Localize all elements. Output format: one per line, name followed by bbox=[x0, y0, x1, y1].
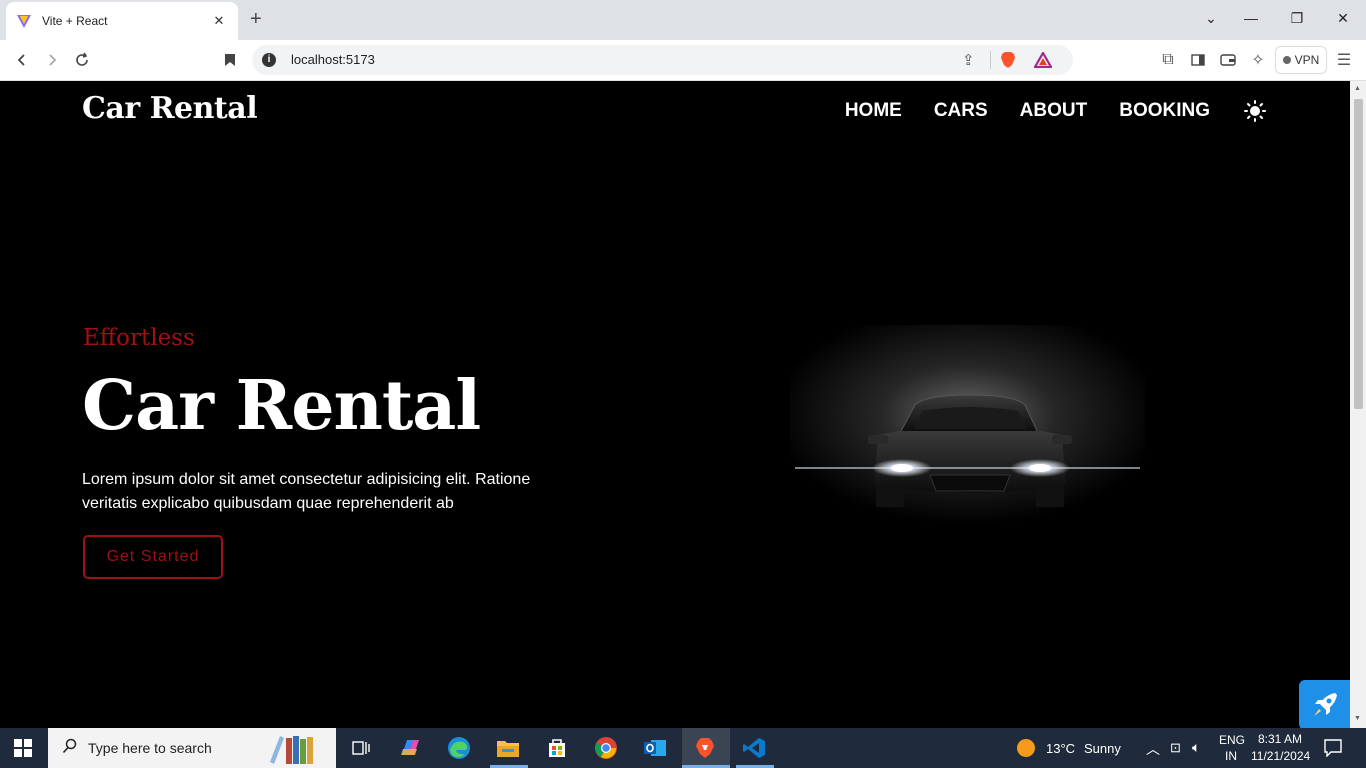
nav-item-cars[interactable]: CARS bbox=[934, 100, 988, 122]
leo-ai-icon[interactable]: ✧ bbox=[1247, 50, 1269, 70]
browser-toolbar: i localhost:5173 ⇪ ⧉ ✧ VPN ☰ bbox=[0, 40, 1366, 81]
search-highlight-books-icon bbox=[268, 732, 328, 768]
car-hero-image bbox=[790, 325, 1145, 525]
page-scrollbar[interactable]: ▲ ▼ bbox=[1350, 81, 1366, 728]
tab-search-chevron-icon[interactable]: ⌄ bbox=[1201, 10, 1221, 27]
page-viewport: Car Rental HOME CARS ABOUT BOOKING Effor… bbox=[0, 81, 1350, 728]
close-tab-icon[interactable]: ✕ bbox=[210, 13, 228, 29]
scrollbar-thumb[interactable] bbox=[1354, 99, 1363, 409]
volume-icon[interactable]: 🔈︎ bbox=[1192, 739, 1200, 756]
hero-eyebrow: Effortless bbox=[83, 325, 195, 351]
scroll-down-icon[interactable]: ▼ bbox=[1354, 715, 1361, 722]
windows-start-icon[interactable] bbox=[14, 739, 32, 757]
windows-taskbar: Type here to search 13°C Sunny ︿ ⊡ 🔈︎ EN… bbox=[0, 728, 1366, 768]
clock-time[interactable]: 8:31 AM bbox=[1258, 732, 1302, 746]
extensions-icon[interactable]: ⧉ bbox=[1157, 50, 1179, 70]
hero-description: Lorem ipsum dolor sit amet consectetur a… bbox=[82, 471, 531, 512]
rocket-widget-button[interactable] bbox=[1299, 680, 1350, 728]
brave-rewards-icon[interactable] bbox=[1033, 50, 1053, 73]
vpn-label: VPN bbox=[1294, 53, 1320, 67]
rocket-icon bbox=[1314, 693, 1337, 716]
nav-item-booking[interactable]: BOOKING bbox=[1119, 100, 1210, 122]
new-tab-icon[interactable]: + bbox=[250, 9, 262, 29]
close-window-icon[interactable]: ✕ bbox=[1333, 10, 1353, 27]
network-icon[interactable]: ⊡ bbox=[1170, 740, 1181, 756]
vscode-icon[interactable] bbox=[741, 736, 767, 760]
menu-icon[interactable]: ☰ bbox=[1333, 50, 1355, 70]
omnibox-divider bbox=[990, 51, 991, 69]
vpn-button[interactable]: VPN bbox=[1275, 46, 1327, 74]
brave-shields-icon[interactable] bbox=[1000, 51, 1016, 74]
share-icon[interactable]: ⇪ bbox=[962, 51, 975, 69]
taskbar-search-box[interactable]: Type here to search bbox=[48, 728, 336, 768]
wallet-icon[interactable] bbox=[1217, 50, 1239, 70]
weather-desc: Sunny bbox=[1084, 741, 1121, 756]
get-started-button[interactable]: Get Started bbox=[83, 535, 223, 579]
site-logo[interactable]: Car Rental bbox=[82, 91, 258, 126]
clock-date[interactable]: 11/21/2024 bbox=[1251, 749, 1310, 763]
address-bar[interactable]: i localhost:5173 ⇪ bbox=[252, 45, 1073, 75]
main-nav: HOME CARS ABOUT BOOKING bbox=[845, 100, 1210, 122]
sidebar-icon[interactable] bbox=[1187, 50, 1209, 70]
brave-browser-icon[interactable] bbox=[692, 736, 718, 760]
url-text[interactable]: localhost:5173 bbox=[291, 52, 375, 67]
microsoft-store-icon[interactable] bbox=[544, 736, 570, 760]
tray-chevron-up-icon[interactable]: ︿ bbox=[1146, 739, 1160, 759]
nav-item-about[interactable]: ABOUT bbox=[1020, 100, 1088, 122]
bookmark-icon[interactable] bbox=[219, 50, 241, 70]
chrome-icon[interactable] bbox=[593, 736, 619, 760]
site-info-icon[interactable]: i bbox=[262, 53, 276, 67]
vite-logo-icon bbox=[16, 13, 32, 29]
forward-arrow-icon[interactable] bbox=[41, 50, 63, 70]
scroll-up-icon[interactable]: ▲ bbox=[1354, 85, 1361, 92]
file-explorer-icon[interactable] bbox=[495, 736, 521, 760]
minimize-icon[interactable]: — bbox=[1241, 10, 1261, 26]
sun-weather-icon bbox=[1016, 738, 1036, 763]
tab-title: Vite + React bbox=[42, 14, 108, 28]
nav-item-home[interactable]: HOME bbox=[845, 100, 902, 122]
task-view-icon[interactable] bbox=[348, 736, 374, 760]
outlook-icon[interactable] bbox=[642, 736, 668, 760]
restore-icon[interactable]: ❐ bbox=[1287, 10, 1307, 27]
browser-tab[interactable]: Vite + React ✕ bbox=[6, 2, 238, 40]
back-arrow-icon[interactable] bbox=[11, 50, 33, 70]
hero-title: Car Rental bbox=[82, 366, 481, 446]
language-bottom[interactable]: IN bbox=[1225, 749, 1237, 763]
vpn-status-icon bbox=[1282, 56, 1291, 64]
weather-temp: 13°C bbox=[1046, 741, 1076, 756]
edge-icon[interactable] bbox=[446, 736, 472, 760]
language-top[interactable]: ENG bbox=[1219, 733, 1245, 747]
copilot-icon[interactable] bbox=[397, 736, 423, 760]
notifications-icon[interactable] bbox=[1324, 739, 1342, 762]
search-icon bbox=[62, 738, 78, 759]
reload-icon[interactable] bbox=[71, 50, 93, 70]
browser-tab-strip: Vite + React ✕ + ⌄ — ❐ ✕ bbox=[0, 0, 1366, 40]
search-placeholder: Type here to search bbox=[88, 740, 212, 756]
sun-icon[interactable] bbox=[1244, 100, 1266, 122]
